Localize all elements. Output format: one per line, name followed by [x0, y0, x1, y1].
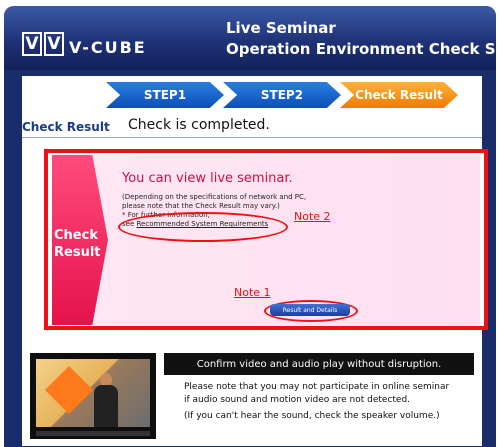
panel-note-line-2: please note that the Check Result may va… — [122, 202, 280, 210]
check-result-row: Check Result Check is completed. — [22, 113, 482, 138]
header-bar: V V V-CUBE Live Seminar Operation Enviro… — [4, 6, 500, 70]
video-frame — [36, 359, 150, 427]
video-graphic-shape — [44, 365, 94, 415]
link-highlight-oval — [118, 212, 288, 242]
video-presenter — [94, 373, 118, 427]
page-title: Live Seminar Operation Environment Check… — [226, 18, 500, 60]
video-player[interactable] — [30, 353, 156, 439]
check-result-label: Check Result — [22, 120, 110, 134]
panel-side-label: Check Result — [54, 227, 101, 261]
page-frame: V V V-CUBE Live Seminar Operation Enviro… — [4, 6, 500, 447]
confirm-banner: Confirm video and audio play without dis… — [164, 353, 474, 375]
panel-side-label-line-2: Result — [54, 245, 101, 260]
panel-side-label-line-1: Check — [54, 228, 98, 243]
participation-note-line-1: Please note that you may not participate… — [184, 382, 450, 392]
step-2: STEP2 — [223, 82, 341, 108]
result-and-details-button[interactable]: Result and Details — [270, 304, 350, 316]
participation-note: Please note that you may not participate… — [184, 381, 449, 407]
check-result-status: Check is completed. — [128, 117, 270, 133]
step-check-result: Check Result — [340, 82, 458, 108]
title-line-1: Live Seminar — [226, 19, 336, 37]
logo-text: V-CUBE — [69, 38, 147, 57]
highlight-box: Check Result You can view live seminar. … — [44, 149, 488, 330]
presenter-body — [94, 385, 118, 427]
logo-mark-left: V — [22, 32, 42, 56]
video-controls-bar[interactable] — [36, 431, 150, 436]
logo-mark-right: V — [44, 32, 64, 56]
note-2-label: Note 2 — [294, 210, 331, 223]
panel-heading: You can view live seminar. — [122, 171, 293, 186]
panel-note-line-1: (Depending on the specifications of netw… — [122, 193, 307, 201]
video-check-section: Confirm video and audio play without dis… — [22, 351, 482, 446]
note-1-label: Note 1 — [234, 286, 271, 299]
step-indicator: STEP1 STEP2 Check Result — [106, 82, 458, 108]
title-line-2: Operation Environment Check Site — [226, 40, 500, 58]
result-panel: Check Result You can view live seminar. … — [52, 155, 480, 325]
main-content: STEP1 STEP2 Check Result Check Result Ch… — [22, 76, 488, 446]
step-1: STEP1 — [106, 82, 224, 108]
participation-note-line-2: if audio sound and motion video are not … — [184, 395, 411, 405]
speaker-volume-note: (If you can't hear the sound, check the … — [184, 411, 440, 421]
